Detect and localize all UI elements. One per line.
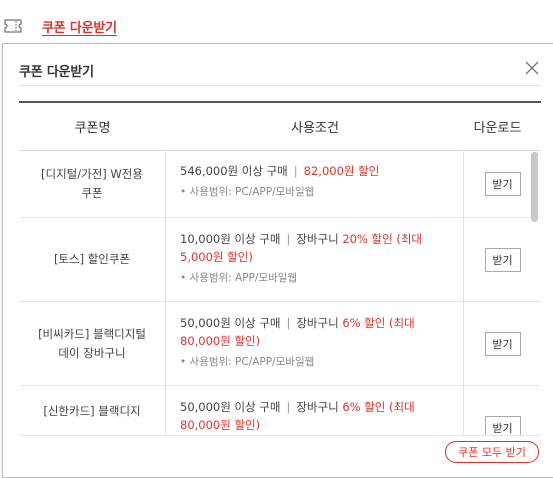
close-icon[interactable] [522,58,542,78]
coupon-name: [디지털/가전] W전용쿠폰 [19,150,166,217]
coupon-condition: 10,000원 이상 구매 | 장바구니 20% 할인 (최대 5,000원 할인)… [166,218,464,301]
table-row: [신한카드] 블랙디지 50,000원 이상 구매 | 장바구니 6% 할인 (최대… [19,386,541,435]
get-coupon-button[interactable]: 받기 [484,171,521,196]
download-all-button[interactable]: 쿠폰 모두 받기 [445,441,539,463]
table-row: [비씨카드] 블랙디지털데이 장바구니 50,000원 이상 구매 | 장바구니 6… [19,302,541,386]
top-bar: 쿠폰 다운받기 [0,0,553,44]
discount-prefix: 장바구니 [296,232,343,246]
discount-prefix: 장바구니 [296,400,343,414]
table-header: 쿠폰명 사용조건 다운로드 [19,101,541,151]
column-header-name: 쿠폰명 [74,121,111,136]
discount-prefix: 장바구니 [296,316,343,330]
divider [19,85,541,86]
get-coupon-button[interactable]: 받기 [484,416,521,435]
coupon-table-body[interactable]: [디지털/가전] W전용쿠폰 546,000원 이상 구매 | 82,000원 할인… [19,150,541,436]
coupon-popup: 쿠폰 다운받기 쿠폰명 사용조건 다운로드 [디지털/가전] W전용쿠폰 546… [2,43,553,478]
usage-scope: • 사용범위: PC/APP/모바일웹 [180,356,315,368]
min-purchase: 546,000원 이상 구매 [180,164,288,178]
discount-amount: 82,000원 할인 [303,164,380,178]
get-coupon-button[interactable]: 받기 [484,247,521,272]
separator: | [286,316,291,330]
condition-line: 50,000원 이상 구매 | 장바구니 6% 할인 (최대 80,000원 할인) [180,398,451,434]
column-header-download: 다운로드 [473,121,522,136]
get-coupon-button[interactable]: 받기 [484,331,521,356]
condition-line: 50,000원 이상 구매 | 장바구니 6% 할인 (최대 80,000원 할인) [180,314,451,350]
min-purchase: 50,000원 이상 구매 [180,316,281,330]
min-purchase: 50,000원 이상 구매 [180,400,281,414]
coupon-condition: 546,000원 이상 구매 | 82,000원 할인 • 사용범위: PC/APP… [166,150,464,217]
popup-title: 쿠폰 다운받기 [19,65,94,80]
download-cell: 받기 [464,150,541,217]
column-header-condition: 사용조건 [291,121,339,136]
coupon-name: [신한카드] 블랙디지 [19,386,166,435]
download-cell: 받기 [464,386,541,435]
usage-scope: • 사용범위: APP/모바일웹 [180,272,298,284]
coupon-name: [비씨카드] 블랙디지털데이 장바구니 [19,302,166,385]
coupon-condition: 50,000원 이상 구매 | 장바구니 6% 할인 (최대 80,000원 할인)… [166,302,464,385]
table-row: [디지털/가전] W전용쿠폰 546,000원 이상 구매 | 82,000원 할인… [19,150,541,218]
separator: | [286,232,291,246]
download-cell: 받기 [464,218,541,301]
coupon-download-link[interactable]: 쿠폰 다운받기 [42,17,117,36]
separator: | [293,164,298,178]
condition-line: 10,000원 이상 구매 | 장바구니 20% 할인 (최대 5,000원 할인) [180,230,451,266]
usage-scope: • 사용범위: PC/APP/모바일웹 [180,186,315,198]
table-row: [토스] 할인쿠폰 10,000원 이상 구매 | 장바구니 20% 할인 (최대 … [19,218,541,302]
ticket-icon [4,19,22,33]
separator: | [286,400,291,414]
min-purchase: 10,000원 이상 구매 [180,232,281,246]
coupon-name: [토스] 할인쿠폰 [19,218,166,301]
coupon-condition: 50,000원 이상 구매 | 장바구니 6% 할인 (최대 80,000원 할인) [166,386,464,435]
download-cell: 받기 [464,302,541,385]
condition-line: 546,000원 이상 구매 | 82,000원 할인 [180,162,451,180]
scrollbar-thumb[interactable] [531,152,538,222]
